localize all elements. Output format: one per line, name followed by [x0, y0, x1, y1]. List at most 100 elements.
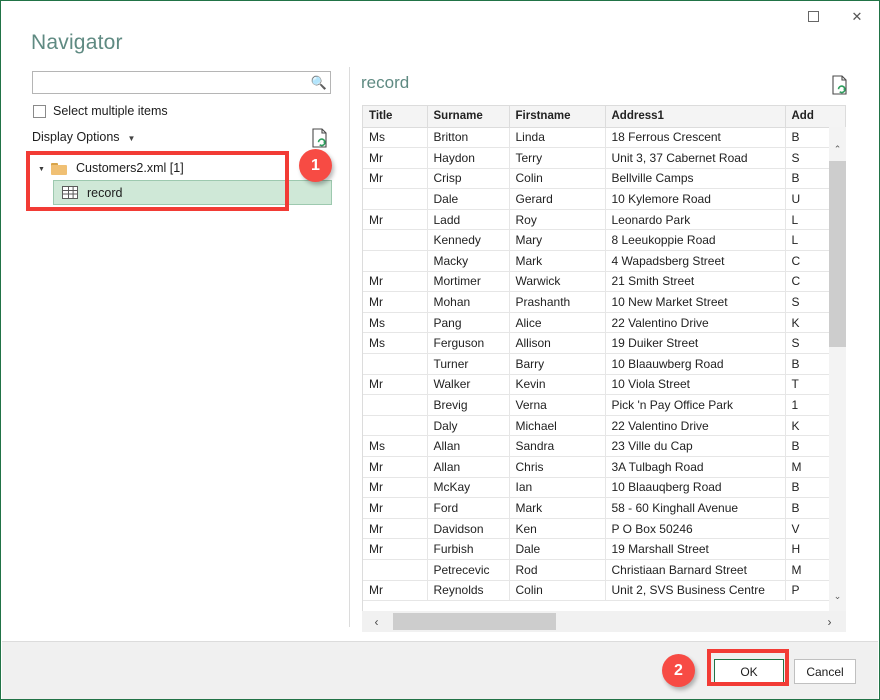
search-icon[interactable]: 🔍: [308, 75, 330, 91]
cell-surname: Brevig: [427, 395, 509, 416]
cell-surname: Ford: [427, 498, 509, 519]
cell-firstname: Michael: [509, 415, 605, 436]
preview-table-container[interactable]: Title Surname Firstname Address1 Add MsB…: [362, 105, 846, 611]
display-options-label: Display Options: [32, 130, 120, 144]
cell-address1: 10 Blaauqberg Road: [605, 477, 785, 498]
expand-collapse-icon[interactable]: ▼: [38, 166, 51, 173]
cell-title: Mr: [363, 539, 427, 560]
table-row: MrLaddRoyLeonardo ParkL: [363, 209, 846, 230]
table-row: TurnerBarry10 Blaauwberg RoadB: [363, 354, 846, 375]
cell-surname: Reynolds: [427, 580, 509, 601]
cell-address1: 21 Smith Street: [605, 271, 785, 292]
cell-address1: Pick 'n Pay Office Park: [605, 395, 785, 416]
cell-firstname: Colin: [509, 168, 605, 189]
cell-title: Mr: [363, 148, 427, 169]
horizontal-scrollbar-thumb[interactable]: [393, 613, 556, 630]
maximize-button[interactable]: [791, 1, 835, 31]
refresh-document-icon[interactable]: [311, 128, 329, 148]
cell-firstname: Kevin: [509, 374, 605, 395]
cell-address1: Bellville Camps: [605, 168, 785, 189]
cell-title: Mr: [363, 580, 427, 601]
cancel-button[interactable]: Cancel: [794, 659, 856, 684]
table-row: PetrecevicRodChristiaan Barnard StreetM: [363, 559, 846, 580]
tree-node-root[interactable]: ▼ Customers2.xml [1]: [30, 156, 332, 180]
cell-firstname: Terry: [509, 148, 605, 169]
annotation-badge-1: 1: [299, 149, 332, 182]
tree-item-record-label: record: [87, 186, 122, 200]
vertical-scrollbar-thumb[interactable]: [829, 161, 846, 347]
cell-surname: Daly: [427, 415, 509, 436]
cell-title: [363, 395, 427, 416]
chevron-down-icon[interactable]: ▼: [128, 134, 136, 143]
cell-firstname: Verna: [509, 395, 605, 416]
cell-address1: Unit 2, SVS Business Centre: [605, 580, 785, 601]
table-row: MsPangAlice22 Valentino DriveK: [363, 312, 846, 333]
horizontal-scrollbar[interactable]: ‹ ›: [362, 611, 846, 632]
cell-surname: Mortimer: [427, 271, 509, 292]
cell-surname: Crisp: [427, 168, 509, 189]
cell-address1: 58 - 60 Kinghall Avenue: [605, 498, 785, 519]
ok-button[interactable]: OK: [714, 659, 784, 684]
select-multiple-checkbox[interactable]: [33, 105, 46, 118]
cell-title: Ms: [363, 312, 427, 333]
table-row: MrMortimerWarwick21 Smith StreetC: [363, 271, 846, 292]
column-header-firstname[interactable]: Firstname: [509, 106, 605, 127]
close-button[interactable]: ✕: [835, 1, 879, 31]
cell-title: [363, 354, 427, 375]
scroll-up-icon[interactable]: ⌃: [829, 141, 846, 158]
cell-address1: Unit 3, 37 Cabernet Road: [605, 148, 785, 169]
table-row: BrevigVernaPick 'n Pay Office Park1: [363, 395, 846, 416]
preview-title: record: [361, 73, 409, 93]
vertical-scrollbar[interactable]: ⌃ ⌄: [829, 127, 846, 611]
select-multiple-items-row[interactable]: Select multiple items: [33, 104, 168, 118]
preview-table-body: MsBrittonLinda18 Ferrous CrescentBMrHayd…: [363, 127, 846, 601]
cell-firstname: Chris: [509, 457, 605, 478]
column-header-address1[interactable]: Address1: [605, 106, 785, 127]
cell-firstname: Alice: [509, 312, 605, 333]
cell-firstname: Rod: [509, 559, 605, 580]
search-box[interactable]: 🔍: [32, 71, 331, 94]
display-options-dropdown[interactable]: Display Options ▼: [32, 130, 135, 144]
table-row: MrMohanPrashanth10 New Market StreetS: [363, 292, 846, 313]
cell-address1: 8 Leeukoppie Road: [605, 230, 785, 251]
cell-firstname: Allison: [509, 333, 605, 354]
preview-refresh-document-icon[interactable]: [831, 75, 849, 95]
tree-item-record[interactable]: record: [53, 180, 332, 205]
scroll-down-icon[interactable]: ⌄: [829, 588, 846, 605]
pane-divider: [349, 67, 350, 627]
scroll-left-icon[interactable]: ‹: [366, 611, 387, 632]
column-header-address2[interactable]: Add: [785, 106, 846, 127]
cell-surname: Ladd: [427, 209, 509, 230]
cell-firstname: Linda: [509, 127, 605, 148]
table-row: KennedyMary8 Leeukoppie RoadL: [363, 230, 846, 251]
cell-title: [363, 251, 427, 272]
cell-address1: 10 Viola Street: [605, 374, 785, 395]
column-header-surname[interactable]: Surname: [427, 106, 509, 127]
column-header-title[interactable]: Title: [363, 106, 427, 127]
cell-surname: Pang: [427, 312, 509, 333]
cell-firstname: Roy: [509, 209, 605, 230]
cell-title: Mr: [363, 374, 427, 395]
select-multiple-label: Select multiple items: [53, 104, 168, 118]
cell-address1: 10 Blaauwberg Road: [605, 354, 785, 375]
cell-address1: 10 New Market Street: [605, 292, 785, 313]
cell-address1: 18 Ferrous Crescent: [605, 127, 785, 148]
cell-title: Mr: [363, 292, 427, 313]
cell-surname: Walker: [427, 374, 509, 395]
scroll-right-icon[interactable]: ›: [819, 611, 840, 632]
table-row: MrWalkerKevin10 Viola StreetT: [363, 374, 846, 395]
cell-surname: Allan: [427, 457, 509, 478]
cell-title: [363, 559, 427, 580]
cell-surname: Turner: [427, 354, 509, 375]
cell-address1: Christiaan Barnard Street: [605, 559, 785, 580]
cell-title: Mr: [363, 168, 427, 189]
cell-surname: Dale: [427, 189, 509, 210]
cell-surname: McKay: [427, 477, 509, 498]
cell-title: [363, 415, 427, 436]
cell-address1: 23 Ville du Cap: [605, 436, 785, 457]
search-input[interactable]: [33, 72, 308, 93]
table-header-row: Title Surname Firstname Address1 Add: [363, 106, 846, 127]
cell-title: Ms: [363, 333, 427, 354]
page-title: Navigator: [31, 31, 123, 55]
close-icon: ✕: [852, 10, 863, 23]
